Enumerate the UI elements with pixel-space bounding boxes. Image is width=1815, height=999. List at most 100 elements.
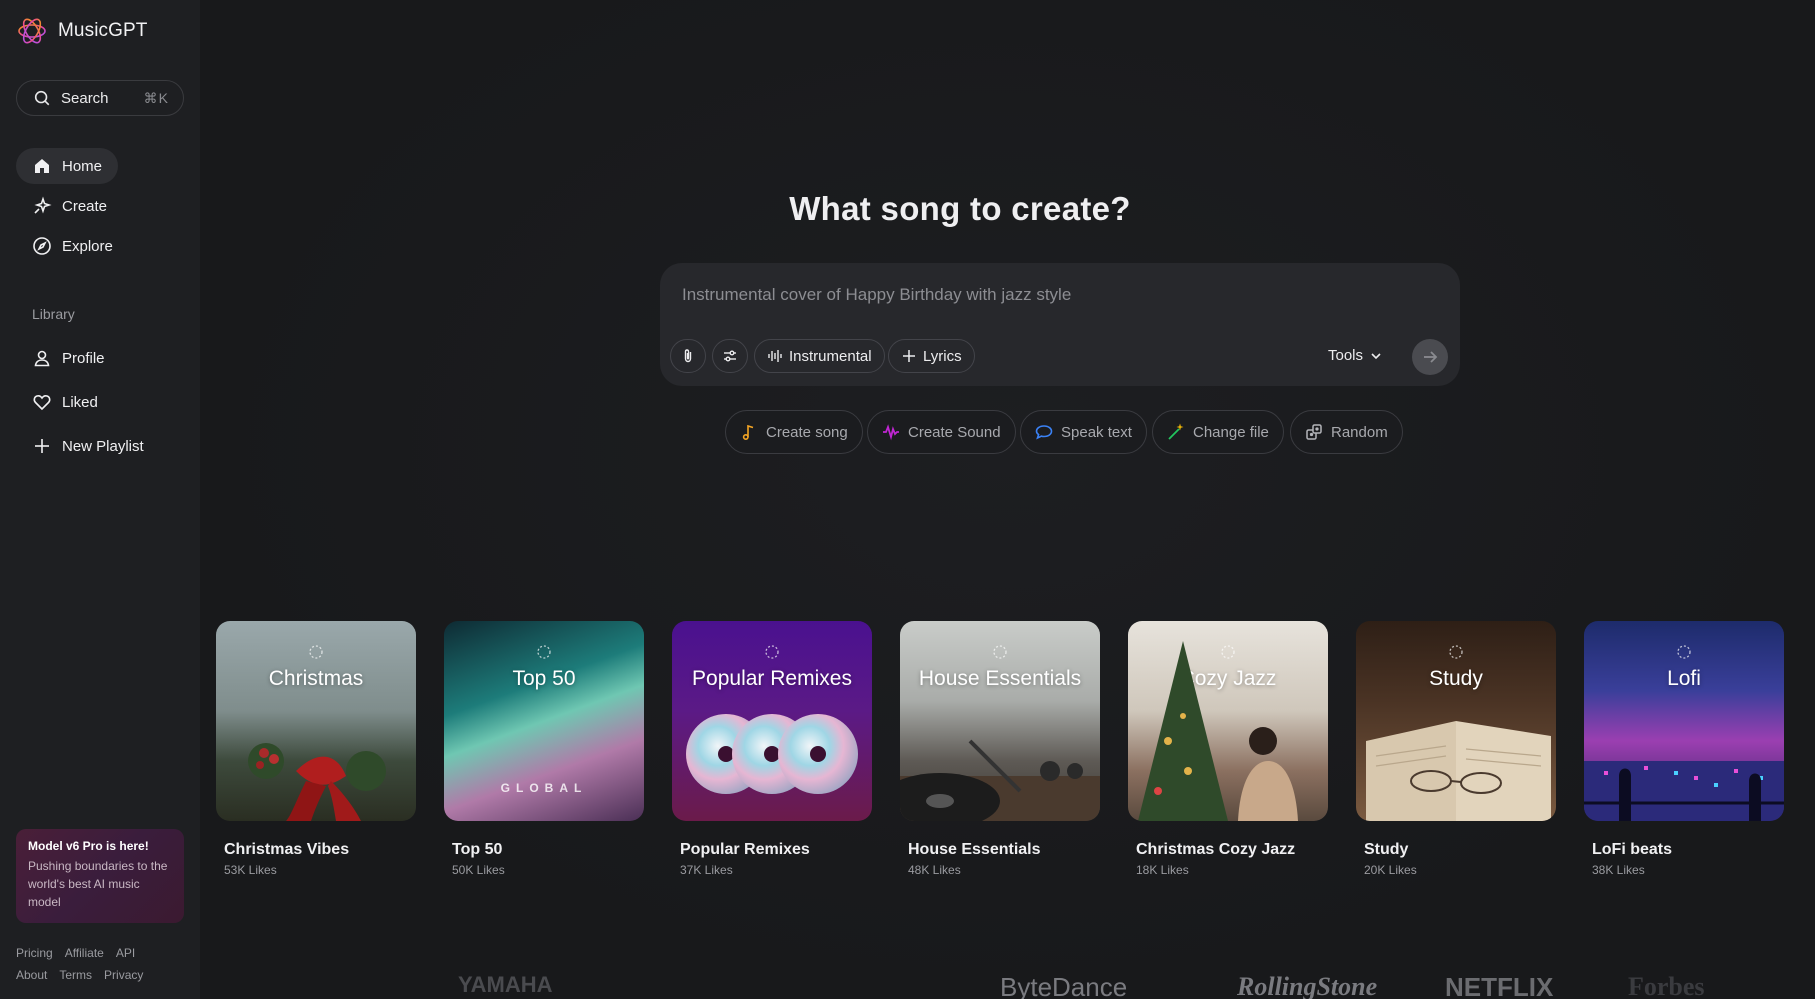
nav-item-liked[interactable]: Liked: [16, 384, 114, 420]
create-sound-label: Create Sound: [908, 423, 1001, 441]
turntable-image: [900, 739, 1100, 821]
nav-label: New Playlist: [62, 437, 144, 455]
promo-text: Pushing boundaries to the world's best A…: [28, 859, 168, 909]
playlist-likes: 18K Likes: [1136, 863, 1189, 877]
logo-bytedance: ByteDance: [1000, 972, 1128, 999]
search-label: Search: [61, 89, 109, 107]
logo-forbes: Forbes: [1628, 972, 1705, 999]
playlist-name: Top 50: [452, 841, 503, 858]
main-content: What song to create? Instrumental Lyrics…: [200, 0, 1815, 999]
cover-title: Study: [1429, 667, 1483, 690]
brand-name: MusicGPT: [58, 20, 148, 41]
lyrics-button[interactable]: Lyrics: [888, 339, 975, 373]
cover-title: House Essentials: [918, 667, 1082, 690]
nav-label: Create: [62, 197, 108, 215]
create-sound-button[interactable]: Create Sound: [867, 410, 1016, 454]
footer-link-privacy[interactable]: Privacy: [104, 968, 143, 982]
tools-dropdown[interactable]: Tools: [1328, 347, 1383, 364]
footer-link-pricing[interactable]: Pricing: [16, 946, 53, 960]
playlist-likes: 37K Likes: [680, 863, 733, 877]
nav-label: Profile: [62, 349, 105, 367]
playlist-likes: 53K Likes: [224, 863, 277, 877]
footer-link-affiliate[interactable]: Affiliate: [65, 946, 104, 960]
search-shortcut: ⌘K: [143, 89, 169, 106]
settings-button[interactable]: [712, 339, 748, 373]
prompt-input[interactable]: [682, 285, 1402, 305]
loading-icon: [1449, 645, 1463, 659]
speak-text-label: Speak text: [1061, 423, 1132, 441]
library-heading: Library: [32, 306, 75, 322]
tools-label: Tools: [1328, 347, 1364, 364]
change-file-button[interactable]: Change file: [1152, 410, 1284, 454]
playlist-card-house-essentials[interactable]: House Essentials House Essentials 48K Li…: [900, 621, 1100, 877]
footer-link-terms[interactable]: Terms: [59, 968, 92, 982]
playlist-card-study[interactable]: Study Study 20K Likes: [1356, 621, 1556, 877]
loading-icon: [537, 645, 551, 659]
nav-item-explore[interactable]: Explore: [16, 228, 129, 264]
cover-title: Christmas: [268, 667, 364, 690]
book-glasses-image: [1366, 721, 1551, 821]
loading-icon: [1677, 645, 1691, 659]
nav-item-home[interactable]: Home: [16, 148, 119, 184]
create-song-label: Create song: [766, 423, 848, 441]
cover-title: Popular Remixes: [692, 667, 852, 690]
footer-link-about[interactable]: About: [16, 968, 47, 982]
playlist-likes: 50K Likes: [452, 863, 505, 877]
prompt-box: Instrumental Lyrics Tools: [660, 263, 1460, 386]
loading-icon: [993, 645, 1007, 659]
instrumental-toggle[interactable]: Instrumental: [754, 339, 885, 373]
playlist-card-cozy-jazz[interactable]: Cozy Jazz Christmas Cozy Jazz 18K Likes: [1128, 621, 1328, 877]
create-song-button[interactable]: Create song: [725, 410, 863, 454]
playlist-cover: Cozy Jazz: [1128, 621, 1328, 821]
playlist-cover: Study: [1356, 621, 1556, 821]
ribbon-image: [248, 743, 386, 821]
cover-title: Top 50: [512, 667, 576, 690]
playlist-card-christmas[interactable]: Christmas Christmas Vibes 53K Likes: [216, 621, 416, 877]
playlist-likes: 20K Likes: [1364, 863, 1417, 877]
music-note-icon: [742, 424, 754, 441]
footer-link-api[interactable]: API: [116, 946, 135, 960]
playlist-card-popular-remixes[interactable]: Popular Remixes Popular Remixes 37K Like…: [672, 621, 872, 877]
speak-text-button[interactable]: Speak text: [1020, 410, 1147, 454]
attach-button[interactable]: [670, 339, 706, 373]
sliders-icon: [724, 350, 736, 362]
playlist-cover: Popular Remixes: [672, 621, 872, 821]
arrow-right-icon: [1424, 351, 1438, 363]
playlist-cover: Christmas: [216, 621, 416, 821]
nav-item-profile[interactable]: Profile: [16, 340, 121, 376]
user-icon: [34, 350, 50, 367]
city-night-image: [1584, 761, 1784, 821]
search-button[interactable]: Search ⌘K: [16, 80, 184, 116]
footer-links: Pricing Affiliate API About Terms Privacy: [16, 942, 191, 986]
home-icon: [35, 159, 49, 173]
logo-icon: [18, 18, 46, 44]
chevron-down-icon: [1371, 352, 1381, 359]
brand[interactable]: MusicGPT: [16, 15, 147, 47]
partner-logos: YAMAHA ByteDance RollingStone NETFLIX Fo…: [200, 968, 1815, 999]
christmas-tree-image: [1138, 641, 1298, 821]
promo-card[interactable]: Model v6 Pro is here! Pushing boundaries…: [16, 829, 184, 923]
playlist-card-lofi[interactable]: Lofi LoFi beats 38K Likes: [1584, 621, 1784, 877]
lyrics-label: Lyrics: [923, 347, 962, 365]
loading-icon: [765, 645, 779, 659]
playlist-likes: 38K Likes: [1592, 863, 1645, 877]
logo-netflix: NETFLIX: [1445, 972, 1554, 999]
playlist-name: House Essentials: [908, 841, 1041, 858]
page-title: What song to create?: [789, 190, 1131, 227]
nav-item-create[interactable]: Create: [16, 188, 123, 224]
playlist-card-top-50[interactable]: Top 50 GLOBAL Top 50 50K Likes: [444, 621, 644, 877]
change-file-label: Change file: [1193, 423, 1269, 441]
waveform-icon: [768, 350, 782, 362]
submit-button[interactable]: [1412, 339, 1448, 375]
playlist-cover: Lofi: [1584, 621, 1784, 821]
logo-yamaha: YAMAHA: [458, 972, 553, 997]
random-label: Random: [1331, 423, 1388, 441]
cd-stack-image: [686, 714, 858, 794]
nav-item-new-playlist[interactable]: New Playlist: [16, 428, 160, 464]
nav-label: Explore: [62, 237, 113, 255]
search-icon: [34, 90, 50, 106]
cover-subtitle: GLOBAL: [500, 781, 588, 795]
logo-rollingstone: RollingStone: [1237, 972, 1378, 999]
compass-icon: [33, 237, 51, 255]
random-button[interactable]: Random: [1290, 410, 1403, 454]
